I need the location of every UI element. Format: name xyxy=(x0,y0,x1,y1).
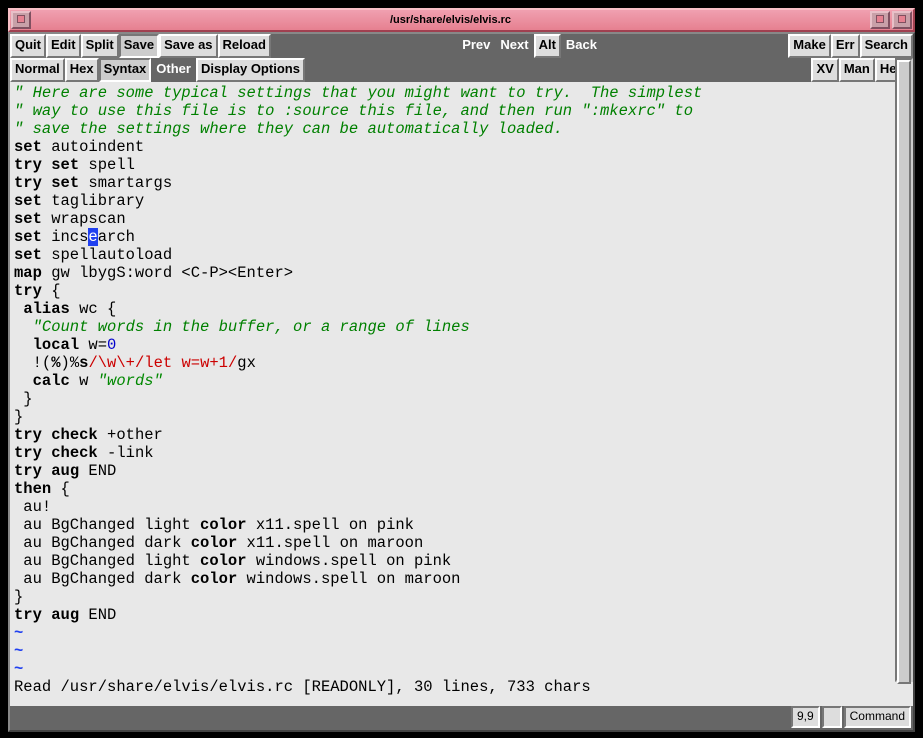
cursor-position: 9,9 xyxy=(791,706,820,728)
search-button[interactable]: Search xyxy=(860,34,913,58)
toolbar-display: Normal Hex Syntax Other Display Options … xyxy=(10,58,913,82)
titlebar[interactable]: /usr/share/elvis/elvis.rc xyxy=(8,8,915,32)
scrollbar[interactable] xyxy=(895,58,913,682)
reload-button[interactable]: Reload xyxy=(218,34,271,58)
comment-line: " Here are some typical settings that yo… xyxy=(14,84,702,102)
window-body: Quit Edit Split Save Save as Reload Prev… xyxy=(8,32,915,732)
comment-line: " save the settings where they can be au… xyxy=(14,120,563,138)
syntax-button[interactable]: Syntax xyxy=(99,58,152,82)
empty-line: ~ xyxy=(14,624,23,642)
window-title: /usr/share/elvis/elvis.rc xyxy=(32,14,869,26)
comment-line: " way to use this file is to :source thi… xyxy=(14,102,693,120)
status-message: Read /usr/share/elvis/elvis.rc [READONLY… xyxy=(14,678,591,696)
display-options-button[interactable]: Display Options xyxy=(196,58,305,82)
normal-button[interactable]: Normal xyxy=(10,58,65,82)
make-button[interactable]: Make xyxy=(788,34,831,58)
statusbar: 9,9 Command xyxy=(10,706,913,728)
split-button[interactable]: Split xyxy=(81,34,119,58)
maximize-button[interactable] xyxy=(892,11,912,29)
editor-mode: Command xyxy=(844,706,911,728)
quit-button[interactable]: Quit xyxy=(10,34,46,58)
save-as-button[interactable]: Save as xyxy=(159,34,217,58)
empty-line: ~ xyxy=(14,660,23,678)
editor-area[interactable]: " Here are some typical settings that yo… xyxy=(10,82,913,706)
save-button[interactable]: Save xyxy=(119,34,159,58)
toolbar-main: Quit Edit Split Save Save as Reload Prev… xyxy=(10,34,913,58)
man-button[interactable]: Man xyxy=(839,58,875,82)
minimize-button[interactable] xyxy=(870,11,890,29)
xv-button[interactable]: XV xyxy=(811,58,838,82)
edit-button[interactable]: Edit xyxy=(46,34,81,58)
prev-button[interactable]: Prev xyxy=(457,34,495,58)
empty-line: ~ xyxy=(14,642,23,660)
cursor: e xyxy=(88,228,97,246)
scrollbar-thumb[interactable] xyxy=(897,60,911,684)
back-button[interactable]: Back xyxy=(561,34,602,58)
alt-button[interactable]: Alt xyxy=(534,34,561,58)
err-button[interactable]: Err xyxy=(831,34,860,58)
other-button[interactable]: Other xyxy=(151,58,196,82)
status-indicator xyxy=(822,706,842,728)
app-window: /usr/share/elvis/elvis.rc Quit Edit Spli… xyxy=(8,8,915,730)
next-button[interactable]: Next xyxy=(495,34,533,58)
window-menu-button[interactable] xyxy=(11,11,31,29)
hex-button[interactable]: Hex xyxy=(65,58,99,82)
